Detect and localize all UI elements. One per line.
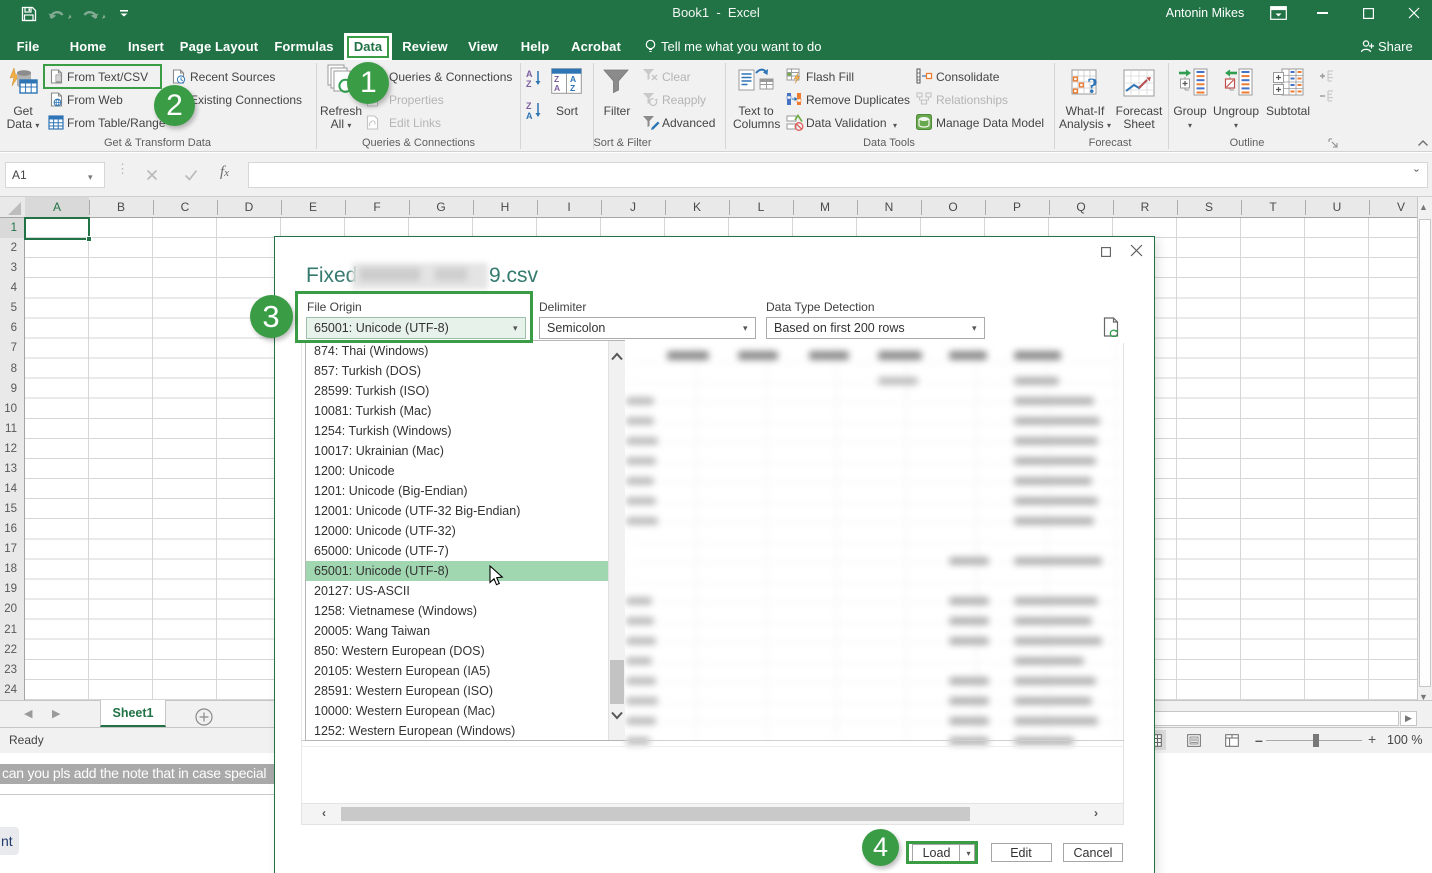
svg-text:A: A xyxy=(526,111,533,121)
svg-text:Z: Z xyxy=(570,83,575,93)
svg-text:A: A xyxy=(526,69,533,79)
svg-text:A: A xyxy=(554,83,560,93)
svg-text:Z: Z xyxy=(526,101,532,111)
svg-text:Z: Z xyxy=(526,79,532,89)
svg-text:?: ? xyxy=(1087,73,1098,97)
